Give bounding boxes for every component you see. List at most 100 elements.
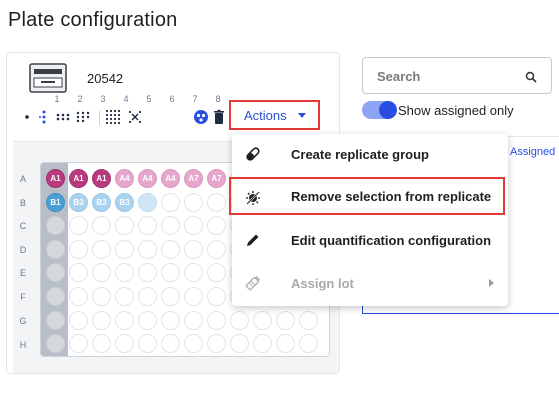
search-icon — [525, 70, 537, 88]
well[interactable]: A4 — [161, 169, 180, 188]
well[interactable] — [138, 310, 157, 330]
actions-menu: Create replicate group Remove selection … — [229, 134, 508, 306]
well[interactable]: A4 — [138, 169, 157, 188]
row-header: H — [19, 340, 27, 350]
chevron-right-icon — [489, 279, 494, 287]
well[interactable] — [184, 192, 203, 212]
single-well-icon[interactable] — [19, 109, 35, 125]
well[interactable] — [92, 287, 111, 306]
well[interactable] — [207, 192, 226, 212]
well[interactable] — [92, 216, 111, 236]
well[interactable]: A7 — [184, 169, 203, 188]
well[interactable] — [138, 287, 157, 306]
well[interactable] — [184, 263, 203, 283]
well[interactable] — [184, 287, 203, 306]
well[interactable]: A1 — [92, 169, 111, 188]
well[interactable] — [161, 310, 180, 330]
well[interactable] — [69, 310, 88, 330]
well[interactable] — [115, 334, 134, 354]
well[interactable] — [230, 310, 249, 330]
menu-item-assign-lot[interactable]: Assign lot — [232, 264, 508, 302]
well[interactable] — [46, 310, 65, 330]
well[interactable] — [69, 263, 88, 283]
well[interactable] — [138, 334, 157, 354]
well[interactable] — [69, 334, 88, 354]
well[interactable] — [138, 216, 157, 236]
actions-button[interactable]: Actions — [229, 100, 320, 130]
well[interactable] — [299, 310, 318, 330]
well[interactable] — [69, 239, 88, 259]
well[interactable]: B3 — [92, 192, 111, 212]
well[interactable] — [138, 239, 157, 259]
well[interactable] — [46, 287, 65, 306]
well[interactable] — [253, 334, 272, 354]
well[interactable]: A1 — [69, 169, 88, 188]
well[interactable]: B3 — [115, 192, 134, 212]
column-header: 4 — [123, 94, 129, 104]
well[interactable] — [92, 334, 111, 354]
menu-item-edit-quantification-configuration[interactable]: Edit quantification configuration — [232, 221, 508, 259]
well[interactable] — [161, 334, 180, 354]
search-field[interactable]: Search — [362, 57, 552, 94]
grid-select-icon[interactable] — [105, 109, 121, 125]
well[interactable] — [230, 334, 249, 354]
well[interactable]: B1 — [46, 192, 65, 212]
well[interactable] — [207, 287, 226, 306]
well[interactable] — [184, 239, 203, 259]
well[interactable] — [161, 192, 180, 212]
well[interactable] — [69, 216, 88, 236]
column-select-icon[interactable] — [36, 109, 52, 125]
show-assigned-toggle[interactable] — [362, 101, 397, 119]
block-select-icon[interactable] — [75, 109, 91, 125]
row-header: D — [19, 245, 27, 255]
well[interactable] — [115, 239, 134, 259]
well[interactable] — [276, 334, 295, 354]
well[interactable] — [138, 192, 157, 212]
well[interactable] — [207, 263, 226, 283]
well[interactable] — [161, 239, 180, 259]
well[interactable] — [115, 216, 134, 236]
delete-icon[interactable] — [211, 109, 227, 125]
well[interactable] — [161, 216, 180, 236]
toolbar-divider — [99, 111, 100, 125]
pill-remove-icon — [245, 190, 261, 206]
well[interactable] — [115, 263, 134, 283]
well[interactable] — [253, 310, 272, 330]
row-header: C — [19, 221, 27, 231]
column-header: 5 — [146, 94, 152, 104]
menu-item-remove-selection-from-replicate[interactable]: Remove selection from replicate — [229, 177, 505, 215]
well[interactable]: A7 — [207, 169, 226, 188]
well[interactable] — [184, 334, 203, 354]
well[interactable] — [69, 287, 88, 306]
well[interactable] — [92, 263, 111, 283]
well[interactable] — [161, 287, 180, 306]
menu-item-create-replicate-group[interactable]: Create replicate group — [232, 135, 508, 173]
well[interactable] — [115, 310, 134, 330]
well[interactable] — [92, 310, 111, 330]
column-header: 2 — [77, 94, 83, 104]
well[interactable]: A1 — [46, 169, 65, 188]
well[interactable] — [46, 239, 65, 259]
well[interactable] — [207, 310, 226, 330]
show-assigned-label: Show assigned only — [398, 103, 514, 118]
well[interactable] — [184, 310, 203, 330]
well[interactable] — [115, 287, 134, 306]
well[interactable]: B3 — [69, 192, 88, 212]
well[interactable] — [299, 334, 318, 354]
row-select-icon[interactable] — [55, 109, 71, 125]
well[interactable] — [207, 334, 226, 354]
row-header: E — [19, 268, 26, 278]
tab-assigned[interactable]: Assigned — [510, 146, 555, 158]
well[interactable] — [138, 263, 157, 283]
menu-item-label: Edit quantification configuration — [291, 232, 492, 248]
well[interactable] — [184, 216, 203, 236]
replicate-icon[interactable] — [193, 109, 209, 125]
clear-grid-icon[interactable] — [127, 109, 143, 125]
well[interactable] — [276, 310, 295, 330]
well[interactable] — [207, 216, 226, 236]
well[interactable] — [92, 239, 111, 259]
well[interactable]: A4 — [115, 169, 134, 188]
menu-item-label: Assign lot — [291, 275, 354, 291]
well[interactable] — [161, 263, 180, 283]
well[interactable] — [207, 239, 226, 259]
